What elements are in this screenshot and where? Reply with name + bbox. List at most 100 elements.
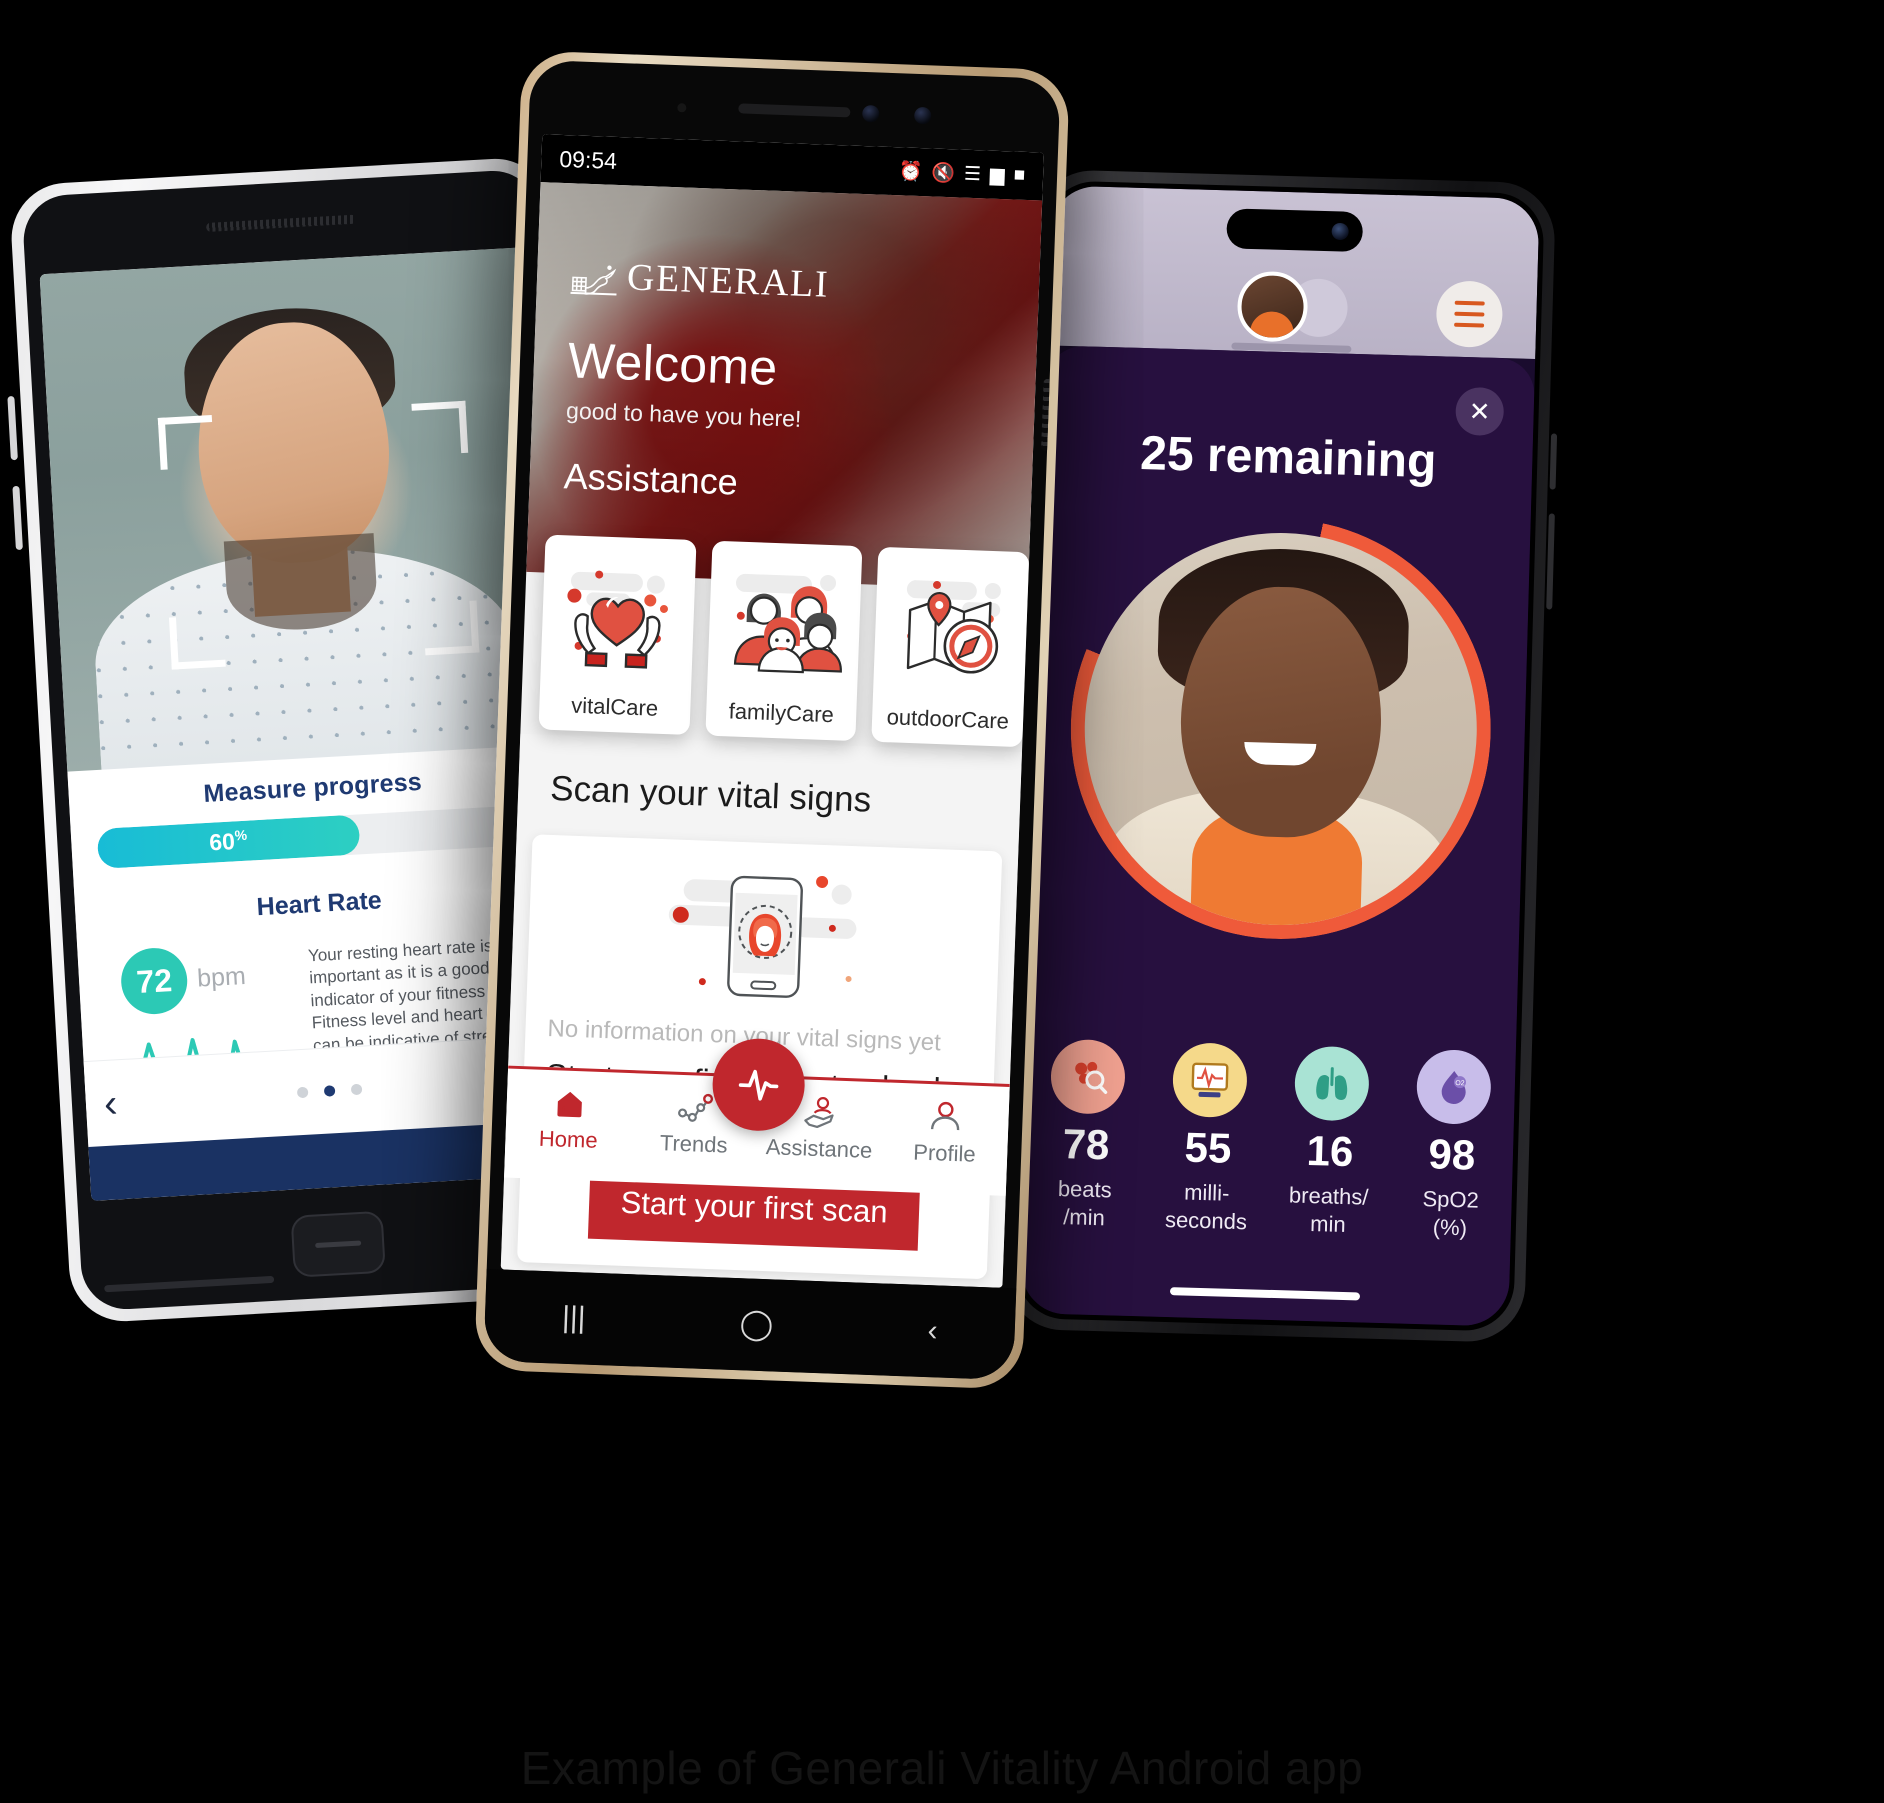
generali-logo: GENERALI: [570, 253, 830, 306]
earpiece-speaker-icon: [738, 103, 851, 118]
profile-person-icon: [882, 1094, 1009, 1139]
measure-progress-track: 60%: [96, 804, 535, 869]
right-phone-device: ✕ 25 remaining 78 beats/min 55 milli-second…: [1003, 168, 1558, 1344]
brand-wordmark: GENERALI: [626, 256, 830, 306]
battery-icon: ■: [1013, 164, 1026, 186]
assistance-cards: vitalCare familyCare outdoorCare: [538, 534, 1030, 748]
welcome-title: Welcome: [567, 332, 779, 396]
vital-value: 78: [1062, 1120, 1111, 1169]
wifi-icon: ☰: [963, 163, 982, 185]
tab-profile[interactable]: Profile: [881, 1094, 1009, 1169]
center-phone-device: 09:54 ⏰ 🔇 ☰ ▆ ■ GENERALI Welcome good to…: [473, 50, 1071, 1390]
vital-unit: milli-seconds: [1164, 1179, 1248, 1234]
family-group-icon: [715, 555, 855, 695]
signal-icon: ▆: [989, 164, 1006, 186]
scan-frame-corner-icon: [168, 614, 226, 670]
front-camera-icon: [861, 104, 880, 123]
front-camera-icon-2: [913, 106, 932, 125]
remaining-counter: 25 remaining: [1139, 426, 1438, 489]
home-icon: [506, 1081, 633, 1126]
assistance-card-label: familyCare: [728, 698, 835, 728]
carousel-prev-icon[interactable]: ‹: [85, 1081, 119, 1126]
vital-unit: SpO2 (%): [1422, 1186, 1480, 1240]
scan-frame-corner-icon: [411, 400, 469, 456]
scan-frame-corner-icon: [422, 600, 480, 656]
proximity-sensor-icon: [677, 103, 687, 113]
android-system-nav: ||| ◯ ‹: [483, 1268, 1017, 1381]
bpm-unit-label: bpm: [196, 961, 247, 993]
assistance-card-label: outdoorCare: [886, 704, 1010, 734]
mute-icon: 🔇: [930, 162, 956, 185]
home-button[interactable]: [290, 1210, 386, 1278]
pager-dot[interactable]: [296, 1086, 309, 1099]
pager-dot[interactable]: [350, 1083, 363, 1096]
ecg-monitor-icon: [1171, 1042, 1248, 1119]
scan-face-ring: [1064, 513, 1497, 945]
svg-text:O2: O2: [1455, 1080, 1465, 1087]
scan-sheet: ✕ 25 remaining 78 beats/min 55 milli-second…: [1020, 345, 1536, 1327]
lion-logo-icon: [570, 255, 617, 297]
vital-metric-0: 78 beats/min: [1023, 1038, 1150, 1232]
volume-button[interactable]: [1546, 513, 1555, 610]
screenshot-root: Measure progress 60% Heart Rate 72 bpm Y…: [0, 0, 1884, 1803]
avatar-group[interactable]: [1236, 270, 1349, 344]
bpm-value-badge: 72: [119, 946, 190, 1016]
tab-label: Profile: [912, 1139, 977, 1167]
measure-progress-title: Measure progress: [202, 767, 423, 809]
measure-progress-value: 60%: [208, 826, 248, 856]
right-phone-screen: ✕ 25 remaining 78 beats/min 55 milli-second…: [1020, 185, 1540, 1327]
phone-face-scan-icon: [548, 851, 980, 1027]
tab-label: Home: [538, 1125, 599, 1153]
right-phone-bezel: ✕ 25 remaining 78 beats/min 55 milli-second…: [1015, 180, 1545, 1332]
carousel-pager[interactable]: [296, 1083, 363, 1099]
vital-value: 16: [1305, 1126, 1354, 1176]
scan-frame-corner-icon: [157, 414, 215, 470]
power-button[interactable]: [1549, 433, 1558, 490]
measure-progress-fill: 60%: [96, 814, 361, 869]
center-phone-screen: 09:54 ⏰ 🔇 ☰ ▆ ■ GENERALI Welcome good to…: [500, 134, 1044, 1288]
tab-label: Assistance: [765, 1134, 873, 1163]
vital-unit: beats/min: [1057, 1175, 1113, 1230]
tab-home[interactable]: Home: [505, 1081, 633, 1156]
hands-holding-heart-icon: [548, 549, 688, 689]
vital-value: 55: [1184, 1123, 1233, 1172]
vital-metric-2: 16 breaths/min: [1267, 1045, 1394, 1239]
front-camera-icon: [1331, 222, 1349, 241]
home-indicator: [1169, 1287, 1361, 1301]
alarm-icon: ⏰: [898, 161, 923, 184]
assistance-card-vitalcare[interactable]: vitalCare: [538, 534, 697, 735]
assistance-card-outdoorcare[interactable]: outdoorCare: [871, 546, 1030, 748]
vital-metric-1: 55 milli-seconds: [1145, 1041, 1272, 1235]
figure-caption: Example of Generali Vitality Android app: [520, 1742, 1364, 1794]
blood-drop-icon: [1049, 1038, 1126, 1115]
earpiece-speaker-icon: [205, 214, 357, 232]
volume-down-button[interactable]: [12, 485, 23, 551]
vitals-row: 78 beats/min 55 milli-seconds 16 breaths/min O…: [1023, 1038, 1516, 1243]
tab-label: Trends: [659, 1130, 728, 1158]
recents-icon[interactable]: |||: [562, 1301, 587, 1335]
dynamic-island: [1226, 208, 1364, 253]
vital-value: 98: [1427, 1130, 1476, 1179]
vital-metric-3: O2 98 SpO2 (%): [1389, 1048, 1516, 1242]
back-icon[interactable]: ‹: [927, 1314, 938, 1347]
face-scan-camera-preview: [39, 247, 555, 774]
close-icon[interactable]: ✕: [1455, 386, 1505, 437]
left-phone-nav-hint: [104, 1275, 275, 1293]
status-icons: ⏰ 🔇 ☰ ▆ ■: [898, 159, 1025, 188]
map-compass-icon: [881, 561, 1021, 701]
lungs-icon: [1293, 1045, 1370, 1122]
assistance-card-familycare[interactable]: familyCare: [705, 540, 863, 742]
heart-rate-title: Heart Rate: [255, 886, 383, 922]
volume-up-button[interactable]: [7, 395, 18, 461]
scan-heading: Scan your vital signs: [549, 768, 872, 820]
avatar[interactable]: [1236, 270, 1309, 343]
scan-section: Scan your vital signs No information on …: [500, 733, 1022, 1288]
oxygen-drop-icon: O2: [1415, 1048, 1492, 1126]
status-time: 09:54: [558, 145, 618, 174]
center-phone-bezel: 09:54 ⏰ 🔇 ☰ ▆ ■ GENERALI Welcome good to…: [483, 59, 1061, 1381]
pager-dot-active[interactable]: [323, 1085, 336, 1097]
vital-unit: breaths/min: [1288, 1182, 1369, 1237]
assistance-heading: Assistance: [563, 455, 739, 503]
home-circle-icon[interactable]: ◯: [739, 1307, 774, 1341]
speaker-grill-icon: [1041, 378, 1052, 451]
